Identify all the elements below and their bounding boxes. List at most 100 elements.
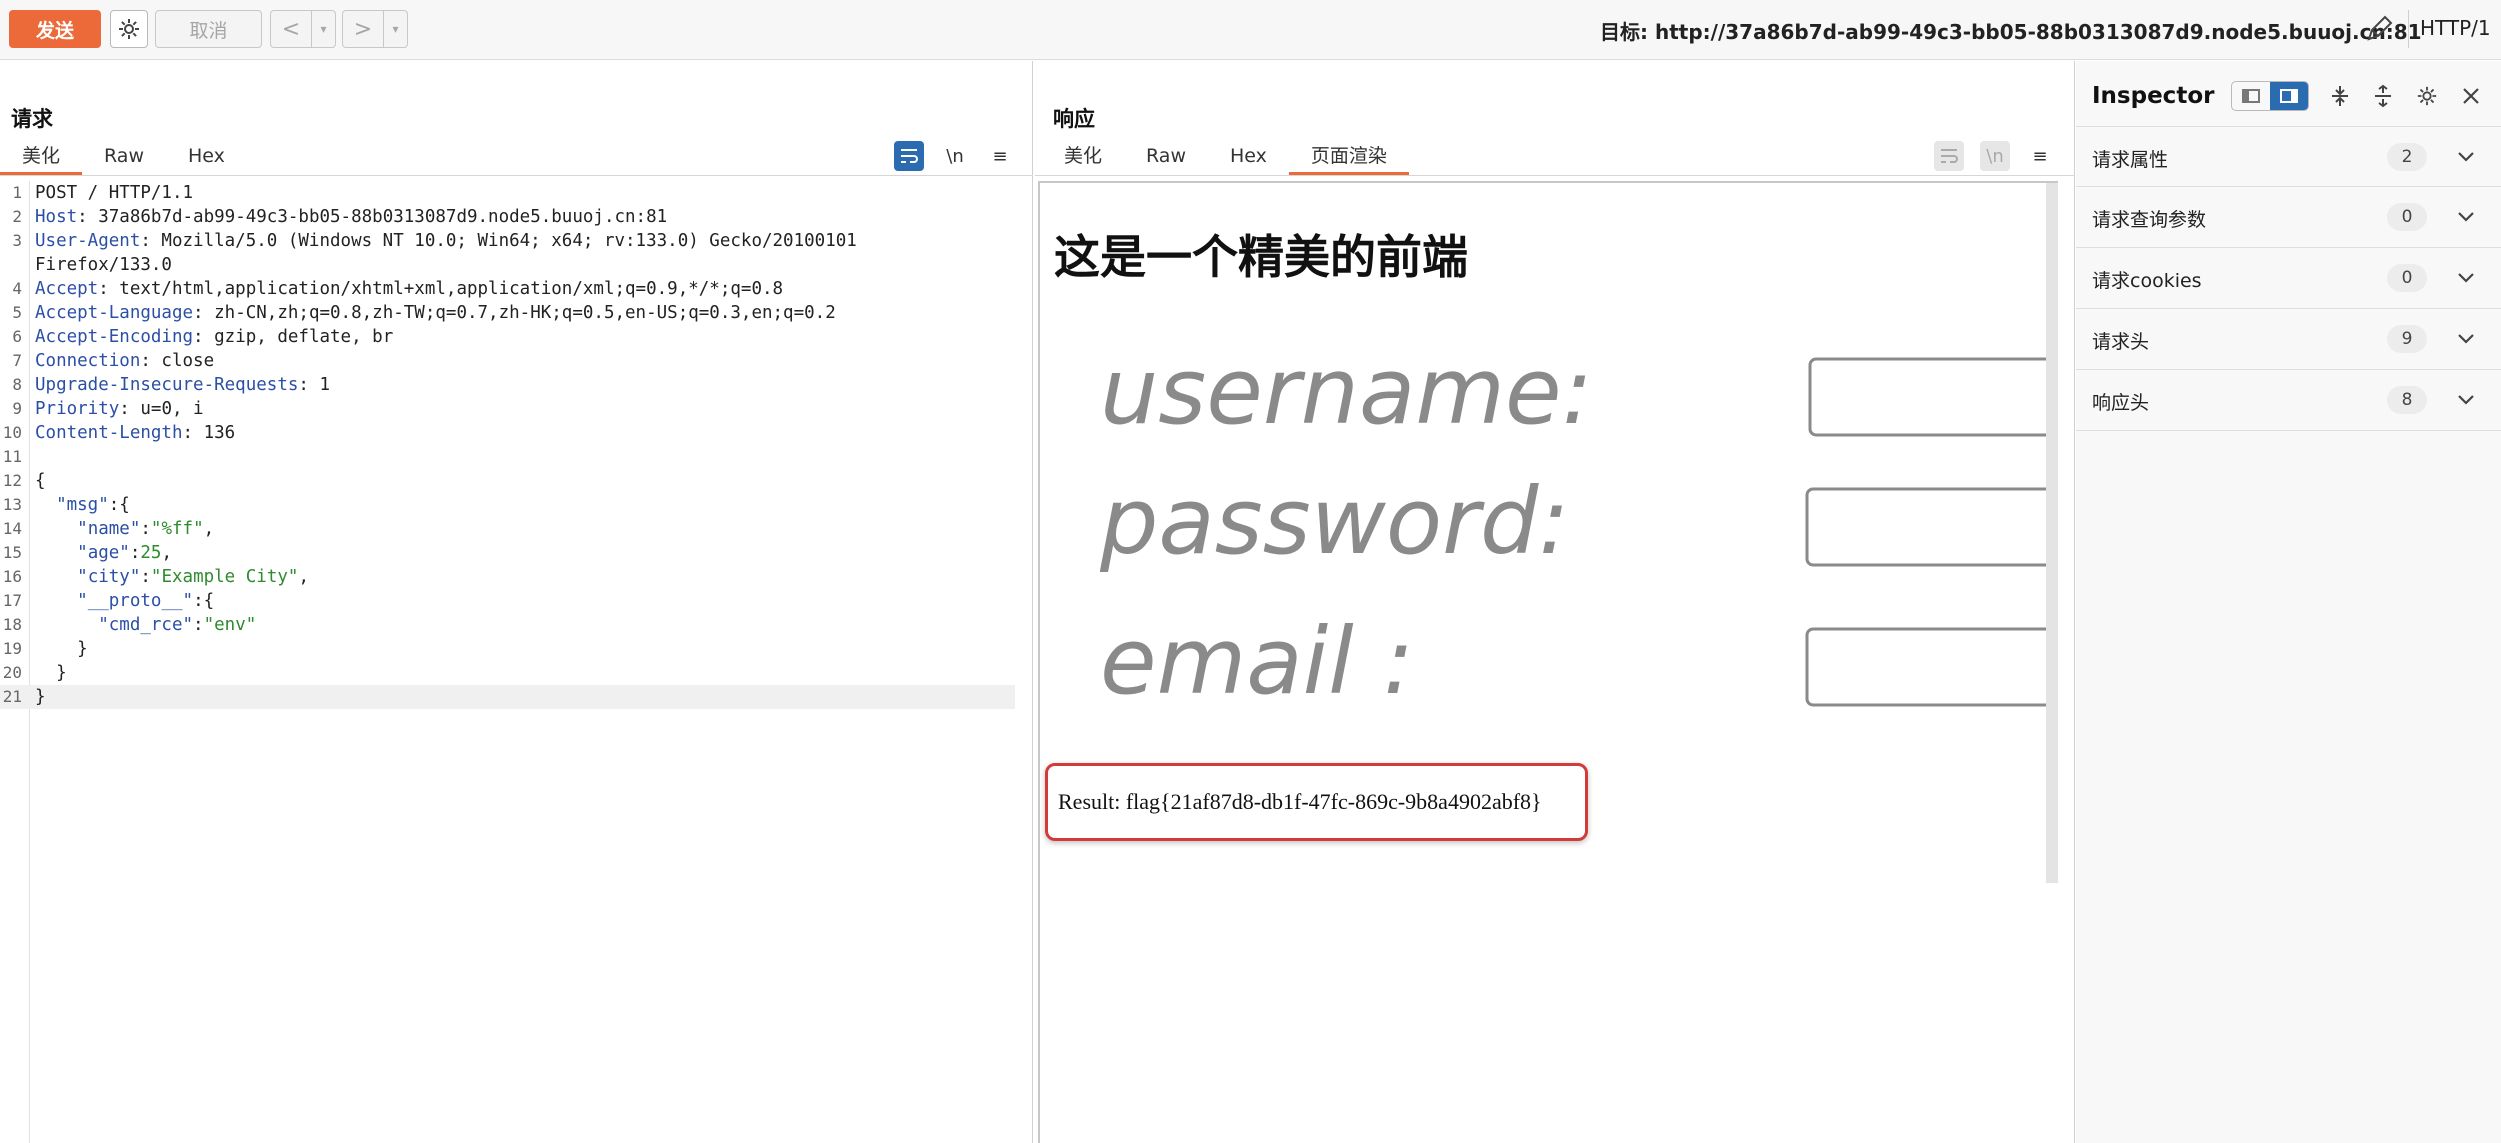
menu-icon[interactable]: ≡ [985, 141, 1015, 171]
close-inspector-button[interactable] [2456, 81, 2486, 111]
header-name: Connection [35, 351, 141, 371]
tab-raw[interactable]: Raw [82, 139, 166, 175]
code-line[interactable]: 11 [0, 445, 1015, 469]
line-number: 10 [2, 423, 22, 442]
pencil-icon [2367, 15, 2393, 41]
inspector-settings-button[interactable] [2412, 81, 2442, 111]
line-number: 1 [12, 183, 22, 202]
tab-pretty[interactable]: 美化 [1042, 139, 1124, 175]
tab-render[interactable]: 页面渲染 [1288, 139, 1409, 175]
inspector-row-request-headers[interactable]: 请求头 9 [2076, 309, 2501, 370]
code-line[interactable]: 4 Accept: text/html,application/xhtml+xml… [0, 277, 1015, 301]
chevron-down-icon[interactable] [2452, 264, 2480, 292]
chevron-down-icon[interactable] [2452, 203, 2480, 231]
menu-icon[interactable]: ≡ [2025, 141, 2055, 171]
request-editor[interactable]: 1 POST / HTTP/1.1 2 Host: 37a86b7d-ab99-49c… [0, 181, 1033, 1143]
code-line[interactable]: 18 "cmd_rce":"env" [0, 613, 1015, 637]
code-line[interactable]: 8 Upgrade-Insecure-Requests: 1 [0, 373, 1015, 397]
cancel-button[interactable]: 取消 [155, 10, 262, 48]
word-wrap-button[interactable] [894, 141, 924, 171]
inspector-layout-left-icon[interactable] [2232, 82, 2270, 110]
code-line[interactable]: 5 Accept-Language: zh-CN,zh;q=0.8,zh-TW;q… [0, 301, 1015, 325]
forward-button[interactable]: > ▾ [342, 10, 408, 48]
count-badge: 8 [2387, 386, 2427, 414]
line-value: "city":"Example City", [77, 567, 309, 587]
line-value: Firefox/133.0 [35, 255, 172, 275]
code-line[interactable]: 21} [0, 685, 1015, 709]
line-value: { [35, 471, 46, 491]
expand-all-button[interactable] [2325, 81, 2355, 111]
inspector-row-cookies[interactable]: 请求cookies 0 [2076, 248, 2501, 309]
newline-toggle-button[interactable]: \n [1980, 141, 2010, 171]
inspector-title: Inspector [2092, 83, 2215, 109]
code-line[interactable]: 7 Connection: close [0, 349, 1015, 373]
code-line[interactable]: 6 Accept-Encoding: gzip, deflate, br [0, 325, 1015, 349]
code-line[interactable]: 1 POST / HTTP/1.1 [0, 181, 1015, 205]
history-dropdown-icon[interactable]: ▾ [383, 11, 407, 47]
line-content: "city":"Example City", [35, 565, 309, 589]
code-line[interactable]: 15 "age":25, [0, 541, 1015, 565]
chevron-down-icon[interactable] [2452, 386, 2480, 414]
wrap-icon [901, 149, 918, 163]
code-line[interactable]: 9 Priority: u=0, i [0, 397, 1015, 421]
inspector-layout-right-icon[interactable] [2270, 82, 2308, 110]
username-input [1808, 357, 2058, 437]
line-number: 6 [12, 327, 22, 346]
line-value: : zh-CN,zh;q=0.8,zh-TW;q=0.7,zh-HK;q=0.5… [193, 303, 836, 323]
inspector-row-query-params[interactable]: 请求查询参数 0 [2076, 187, 2501, 248]
tabs-divider [1035, 175, 2075, 176]
header-name: Accept-Language [35, 303, 194, 323]
code-line[interactable]: 14 "name":"%ff", [0, 517, 1015, 541]
line-value: : close [140, 351, 215, 371]
line-content: Connection: close [35, 349, 214, 373]
tab-hex[interactable]: Hex [1208, 139, 1289, 175]
handwritten-form-image: username: password: email : [1100, 338, 2058, 715]
newline-toggle-button[interactable]: \n [940, 141, 970, 171]
code-line[interactable]: 12 { [0, 469, 1015, 493]
count-badge: 0 [2387, 264, 2427, 292]
collapse-icon [2375, 84, 2391, 108]
code-line[interactable]: Firefox/133.0 [0, 253, 1015, 277]
inspector-row-request-attributes[interactable]: 请求属性 2 [2076, 126, 2501, 187]
line-value: "__proto__":{ [77, 591, 215, 611]
code-line[interactable]: 3 User-Agent: Mozilla/5.0 (Windows NT 10.… [0, 229, 1015, 253]
email-label: email : [1100, 608, 1414, 715]
count-badge: 2 [2387, 143, 2427, 171]
tab-raw[interactable]: Raw [1124, 139, 1208, 175]
back-button[interactable]: < ▾ [270, 10, 336, 48]
word-wrap-button[interactable] [1934, 141, 1964, 171]
tab-hex[interactable]: Hex [166, 139, 247, 175]
vertical-scrollbar[interactable] [2046, 183, 2058, 883]
code-line[interactable]: 16 "city":"Example City", [0, 565, 1015, 589]
line-content: "__proto__":{ [35, 589, 214, 613]
line-number: 8 [12, 375, 22, 394]
chevron-down-icon[interactable] [2452, 325, 2480, 353]
code-line[interactable]: 13 "msg":{ [0, 493, 1015, 517]
line-number: 3 [12, 231, 22, 250]
line-number: 19 [2, 639, 22, 658]
line-content: Host: 37a86b7d-ab99-49c3-bb05-88b0313087… [35, 205, 667, 229]
gear-icon [119, 19, 139, 39]
code-line[interactable]: 17 "__proto__":{ [0, 589, 1015, 613]
collapse-all-button[interactable] [2368, 81, 2398, 111]
inspector-layout-toggle[interactable] [2231, 81, 2309, 111]
line-value: : Mozilla/5.0 (Windows NT 10.0; Win64; x… [140, 231, 857, 251]
http-version-label[interactable]: HTTP/1 [2420, 16, 2491, 40]
code-line[interactable]: 10 Content-Length: 136 [0, 421, 1015, 445]
line-content: } [35, 661, 67, 685]
line-value: : 136 [182, 423, 236, 443]
settings-button[interactable] [110, 10, 148, 48]
send-button[interactable]: 发送 [9, 10, 101, 48]
line-content: "cmd_rce":"env" [35, 613, 256, 637]
tab-pretty[interactable]: 美化 [0, 139, 83, 175]
edit-target-button[interactable] [2362, 12, 2396, 46]
header-name: Upgrade-Insecure-Requests [35, 375, 299, 395]
code-line[interactable]: 19 } [0, 637, 1015, 661]
inspector-row-response-headers[interactable]: 响应头 8 [2076, 370, 2501, 431]
chevron-down-icon[interactable] [2452, 143, 2480, 171]
code-line[interactable]: 20 } [0, 661, 1015, 685]
code-line[interactable]: 2 Host: 37a86b7d-ab99-49c3-bb05-88b031308… [0, 205, 1015, 229]
line-number: 2 [12, 207, 22, 226]
history-dropdown-icon[interactable]: ▾ [311, 11, 335, 47]
top-toolbar: 发送 取消 < ▾ > ▾ 目标: http://37a86b7d-ab99-4… [0, 0, 2501, 60]
